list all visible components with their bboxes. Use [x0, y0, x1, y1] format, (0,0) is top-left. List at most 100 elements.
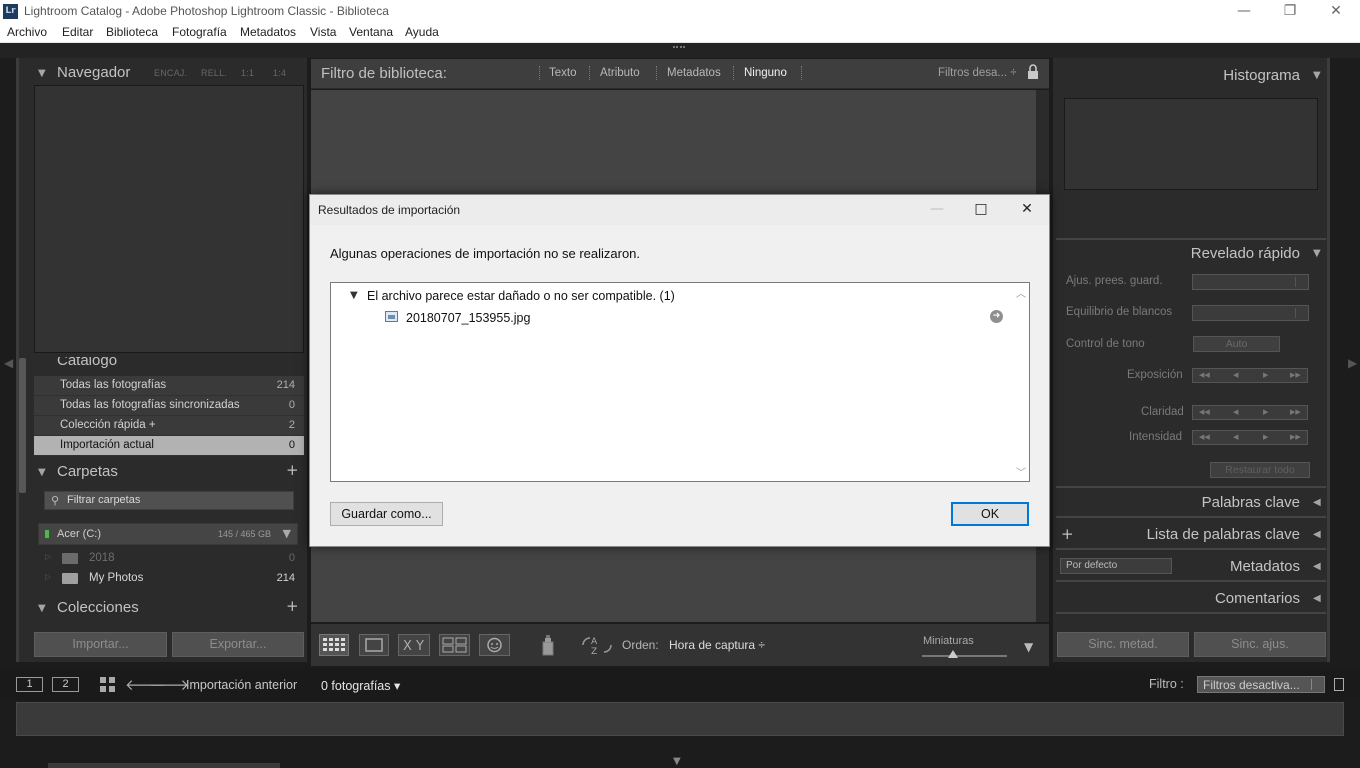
lock-icon[interactable] — [1027, 64, 1039, 80]
collapse-triangle-icon[interactable]: ▼ — [38, 603, 46, 614]
scroll-down-icon[interactable]: ﹀ — [1016, 464, 1026, 479]
volume-row[interactable]: Acer (C:) 145 / 465 GB ▼ — [38, 523, 298, 545]
menu-metadatos[interactable]: Metadatos — [240, 25, 296, 39]
navigator-header[interactable]: Navegador — [57, 64, 130, 81]
white-balance-select[interactable] — [1192, 305, 1309, 321]
keyword-list-header[interactable]: Lista de palabras clave — [1147, 526, 1300, 543]
expand-triangle-icon[interactable]: ◀ — [1313, 593, 1321, 604]
filter-text[interactable]: Texto — [549, 67, 577, 79]
failed-file-name[interactable]: 20180707_153955.jpg — [406, 311, 530, 325]
filter-none[interactable]: Ninguno — [744, 67, 787, 79]
dialog-minimize-button[interactable]: — — [914, 197, 960, 223]
spray-can-icon[interactable] — [540, 634, 556, 656]
filter-metadata[interactable]: Metadatos — [667, 67, 721, 79]
grid-view-icon[interactable] — [319, 634, 349, 656]
filter-lock-icon[interactable] — [1334, 678, 1344, 691]
grid-icon[interactable] — [100, 677, 115, 692]
loupe-view-icon[interactable] — [359, 634, 389, 656]
vibrance-stepper[interactable]: ◀◀ ◀ ▶ ▶▶ — [1192, 430, 1308, 445]
forward-arrow-icon[interactable]: 🡒 — [149, 675, 189, 694]
restore-all-button[interactable]: Restaurar todo — [1210, 462, 1310, 478]
volume-menu-icon[interactable]: ▼ — [283, 527, 291, 540]
expand-triangle-icon[interactable]: ◀ — [1313, 497, 1321, 508]
expand-triangle-icon[interactable]: ▷ — [45, 552, 51, 561]
thumbnail-size-slider[interactable] — [922, 655, 1007, 657]
exposure-stepper[interactable]: ◀◀ ◀ ▶ ▶▶ — [1192, 368, 1308, 383]
catalog-item-synced-photos[interactable]: Todas las fotografías sincronizadas 0 — [34, 396, 304, 416]
scroll-up-icon[interactable]: ︿ — [1016, 285, 1026, 300]
filter-attribute[interactable]: Atributo — [600, 67, 640, 79]
catalog-item-current-import[interactable]: Importación actual 0 — [34, 436, 304, 456]
menu-biblioteca[interactable]: Biblioteca — [106, 25, 158, 39]
folder-filter-input[interactable]: ⚲ Filtrar carpetas — [44, 491, 294, 510]
main-screen-button[interactable]: 1 — [16, 677, 43, 692]
quick-develop-header[interactable]: Revelado rápido — [1191, 245, 1300, 262]
filmstrip-scrollbar[interactable] — [48, 763, 280, 768]
filmstrip-filter-select[interactable]: Filtros desactiva... — [1197, 676, 1325, 693]
menu-fotografia[interactable]: Fotografía — [172, 25, 227, 39]
import-button[interactable]: Importar... — [34, 632, 167, 657]
histogram-header[interactable]: Histograma — [1223, 67, 1300, 84]
navigator-1-1[interactable]: 1:1 — [241, 68, 254, 78]
filmstrip-source[interactable]: Importación anterior — [186, 678, 297, 692]
catalog-item-all-photos[interactable]: Todas las fotografías 214 — [34, 376, 304, 396]
expand-triangle-icon[interactable]: ▷ — [45, 572, 51, 581]
sort-order-select[interactable]: Hora de captura ÷ — [669, 638, 765, 652]
collapse-triangle-icon[interactable]: ▼ — [38, 467, 46, 478]
survey-view-icon[interactable] — [439, 634, 470, 656]
toolbar-options-icon[interactable]: ▼ — [1024, 640, 1033, 654]
people-view-icon[interactable] — [479, 634, 510, 656]
filter-preset-select[interactable]: Filtros desa... ÷ — [938, 67, 1017, 79]
dialog-maximize-button[interactable]: □ — [958, 197, 1004, 223]
compare-view-icon[interactable]: X Y — [398, 634, 430, 656]
menu-vista[interactable]: Vista — [310, 25, 336, 39]
navigator-fill[interactable]: RELL. — [201, 68, 227, 78]
export-button[interactable]: Exportar... — [172, 632, 304, 657]
list-scrollbar[interactable]: ︿ ﹀ — [1012, 283, 1029, 481]
right-panel-toggle-icon[interactable]: ▶ — [1348, 356, 1357, 370]
sync-settings-button[interactable]: Sinc. ajus. — [1194, 632, 1326, 657]
minimize-button[interactable]: — — [1221, 0, 1267, 23]
ok-button[interactable]: OK — [951, 502, 1029, 526]
folder-row[interactable]: ▷ My Photos 214 — [34, 569, 304, 589]
add-keyword-icon[interactable]: + — [1061, 525, 1074, 543]
filmstrip-photo-count[interactable]: 0 fotografías ▾ — [321, 678, 400, 693]
auto-tone-button[interactable]: Auto — [1193, 336, 1280, 352]
navigator-fit[interactable]: ENCAJ. — [154, 68, 187, 78]
save-as-button[interactable]: Guardar como... — [330, 502, 443, 526]
metadata-header[interactable]: Metadatos — [1230, 558, 1300, 575]
saved-preset-select[interactable] — [1192, 274, 1309, 290]
collapse-triangle-icon[interactable]: ▼ — [38, 68, 46, 79]
collapse-triangle-icon[interactable]: ▼ — [350, 290, 358, 301]
add-folder-icon[interactable]: + — [286, 461, 299, 479]
expand-triangle-icon[interactable]: ◀ — [1313, 561, 1321, 572]
metadata-preset-select[interactable]: Por defecto — [1060, 558, 1172, 574]
sort-direction-icon[interactable]: A Z — [580, 634, 614, 656]
sync-metadata-button[interactable]: Sinc. metad. — [1057, 632, 1189, 657]
folder-row[interactable]: ▷ 2018 0 — [34, 549, 304, 569]
secondary-screen-button[interactable]: 2 — [52, 677, 79, 692]
close-button[interactable]: ✕ — [1313, 0, 1359, 23]
collapse-triangle-icon[interactable]: ▼ — [1313, 70, 1321, 81]
left-panel-scrollbar[interactable] — [19, 358, 26, 493]
top-panel-toggle[interactable] — [673, 46, 685, 52]
menu-editar[interactable]: Editar — [62, 25, 93, 39]
menu-archivo[interactable]: Archivo — [7, 25, 47, 39]
comments-header[interactable]: Comentarios — [1215, 590, 1300, 607]
thumbnail-slider-knob[interactable] — [948, 650, 958, 658]
navigator-1-4[interactable]: 1:4 — [273, 68, 286, 78]
catalog-item-quick-collection[interactable]: Colección rápida + 2 — [34, 416, 304, 436]
add-collection-icon[interactable]: + — [286, 597, 299, 615]
collections-header[interactable]: Colecciones — [57, 599, 139, 616]
menu-ayuda[interactable]: Ayuda — [405, 25, 439, 39]
keywording-header[interactable]: Palabras clave — [1202, 494, 1300, 511]
go-to-arrow-icon[interactable]: ➜ — [990, 310, 1003, 323]
folders-header[interactable]: Carpetas — [57, 463, 118, 480]
restore-button[interactable]: ❐ — [1267, 0, 1313, 23]
bottom-panel-toggle-icon[interactable]: ▼ — [673, 756, 681, 767]
menu-ventana[interactable]: Ventana — [349, 25, 393, 39]
left-panel-toggle-icon[interactable]: ◀ — [4, 356, 13, 370]
navigator-preview[interactable] — [34, 85, 304, 353]
collapse-triangle-icon[interactable]: ▼ — [1313, 248, 1321, 259]
clarity-stepper[interactable]: ◀◀ ◀ ▶ ▶▶ — [1192, 405, 1308, 420]
